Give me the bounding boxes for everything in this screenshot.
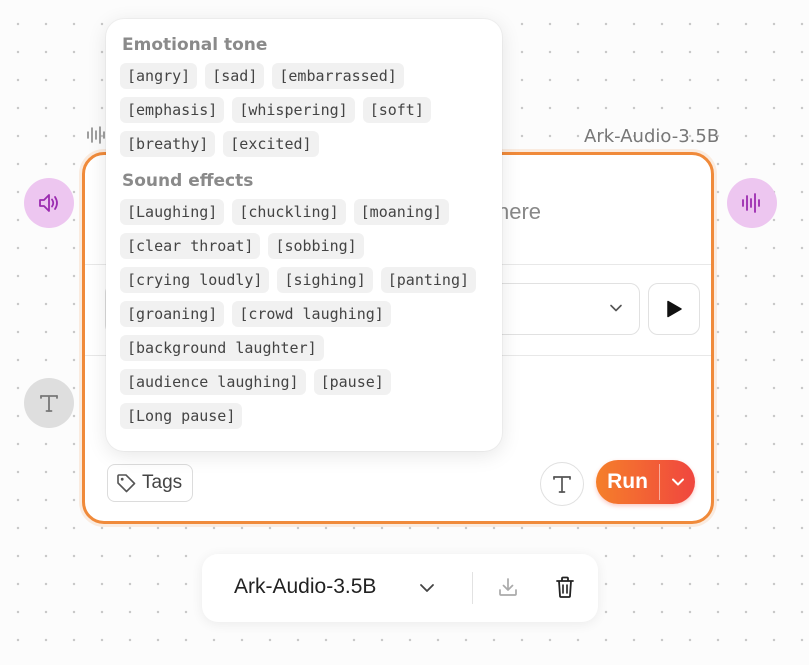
tags-button[interactable]: Tags: [107, 464, 194, 502]
tag-chip[interactable]: [moaning]: [353, 199, 449, 225]
tag-chip[interactable]: [angry]: [120, 63, 198, 89]
play-preview-button[interactable]: [648, 283, 700, 335]
chevron-down-icon: [610, 304, 622, 312]
tag-chip[interactable]: [whispering]: [232, 97, 355, 123]
tag-chip[interactable]: [excited]: [223, 131, 319, 157]
tag-chip[interactable]: [panting]: [380, 267, 477, 293]
tag-chip[interactable]: [audience laughing]: [120, 369, 306, 395]
text-input-placeholder[interactable]: here: [497, 199, 541, 225]
tag-chip[interactable]: [crowd laughing]: [232, 301, 391, 327]
trash-icon[interactable]: [554, 575, 576, 599]
text-icon: [553, 476, 571, 493]
tag-chip[interactable]: [Long pause]: [120, 403, 243, 429]
chevron-down-icon: [671, 478, 684, 486]
toolbar-divider: [472, 572, 473, 604]
tag-chip[interactable]: [groaning]: [120, 301, 225, 327]
waveform-icon: [742, 193, 760, 213]
tag-chip[interactable]: [sad]: [205, 63, 265, 89]
tag-chip[interactable]: [Laughing]: [120, 199, 225, 225]
tags-popover: Emotional tone [angry] [sad] [embarrasse…: [106, 19, 502, 451]
run-button[interactable]: Run: [596, 460, 659, 504]
run-button-group[interactable]: Run: [596, 460, 695, 504]
speaker-icon: [39, 194, 58, 212]
sound-effects-tag-list: [Laughing] [chuckling] [moaning] [clear …: [120, 199, 488, 429]
emotional-tone-tag-list: [angry] [sad] [embarrassed] [emphasis] […: [120, 63, 488, 157]
waveform-icon: [87, 126, 105, 144]
tag-chip[interactable]: [emphasis]: [120, 97, 225, 123]
chevron-down-icon[interactable]: [418, 581, 436, 595]
tag-chip[interactable]: [breathy]: [120, 131, 216, 157]
audio-output-port[interactable]: [727, 178, 777, 228]
tag-chip[interactable]: [embarrassed]: [272, 63, 404, 89]
tag-chip[interactable]: [sighing]: [277, 267, 373, 293]
tag-chip[interactable]: [background laughter]: [120, 335, 324, 361]
tag-chip[interactable]: [clear throat]: [120, 233, 261, 259]
run-options-dropdown[interactable]: [660, 460, 695, 504]
tag-icon: [117, 474, 136, 493]
text-icon: [40, 395, 58, 412]
play-icon: [667, 300, 682, 318]
tags-button-label: Tags: [142, 472, 183, 493]
tag-chip[interactable]: [sobbing]: [268, 233, 364, 259]
tag-chip[interactable]: [pause]: [313, 369, 391, 395]
download-icon[interactable]: [497, 576, 519, 598]
text-input-port[interactable]: [24, 378, 74, 428]
tag-chip[interactable]: [soft]: [362, 97, 431, 123]
tag-chip[interactable]: [crying loudly]: [120, 267, 270, 293]
model-select-label[interactable]: Ark-Audio-3.5B: [234, 575, 376, 599]
audio-input-port[interactable]: [24, 178, 74, 228]
section-title-emotional-tone: Emotional tone: [122, 35, 268, 55]
text-format-button[interactable]: [540, 462, 584, 506]
tag-chip[interactable]: [chuckling]: [232, 199, 346, 225]
section-title-sound-effects: Sound effects: [122, 171, 254, 191]
node-toolbar: Ark-Audio-3.5B: [202, 554, 598, 622]
node-model-label: Ark-Audio-3.5B: [584, 126, 720, 147]
